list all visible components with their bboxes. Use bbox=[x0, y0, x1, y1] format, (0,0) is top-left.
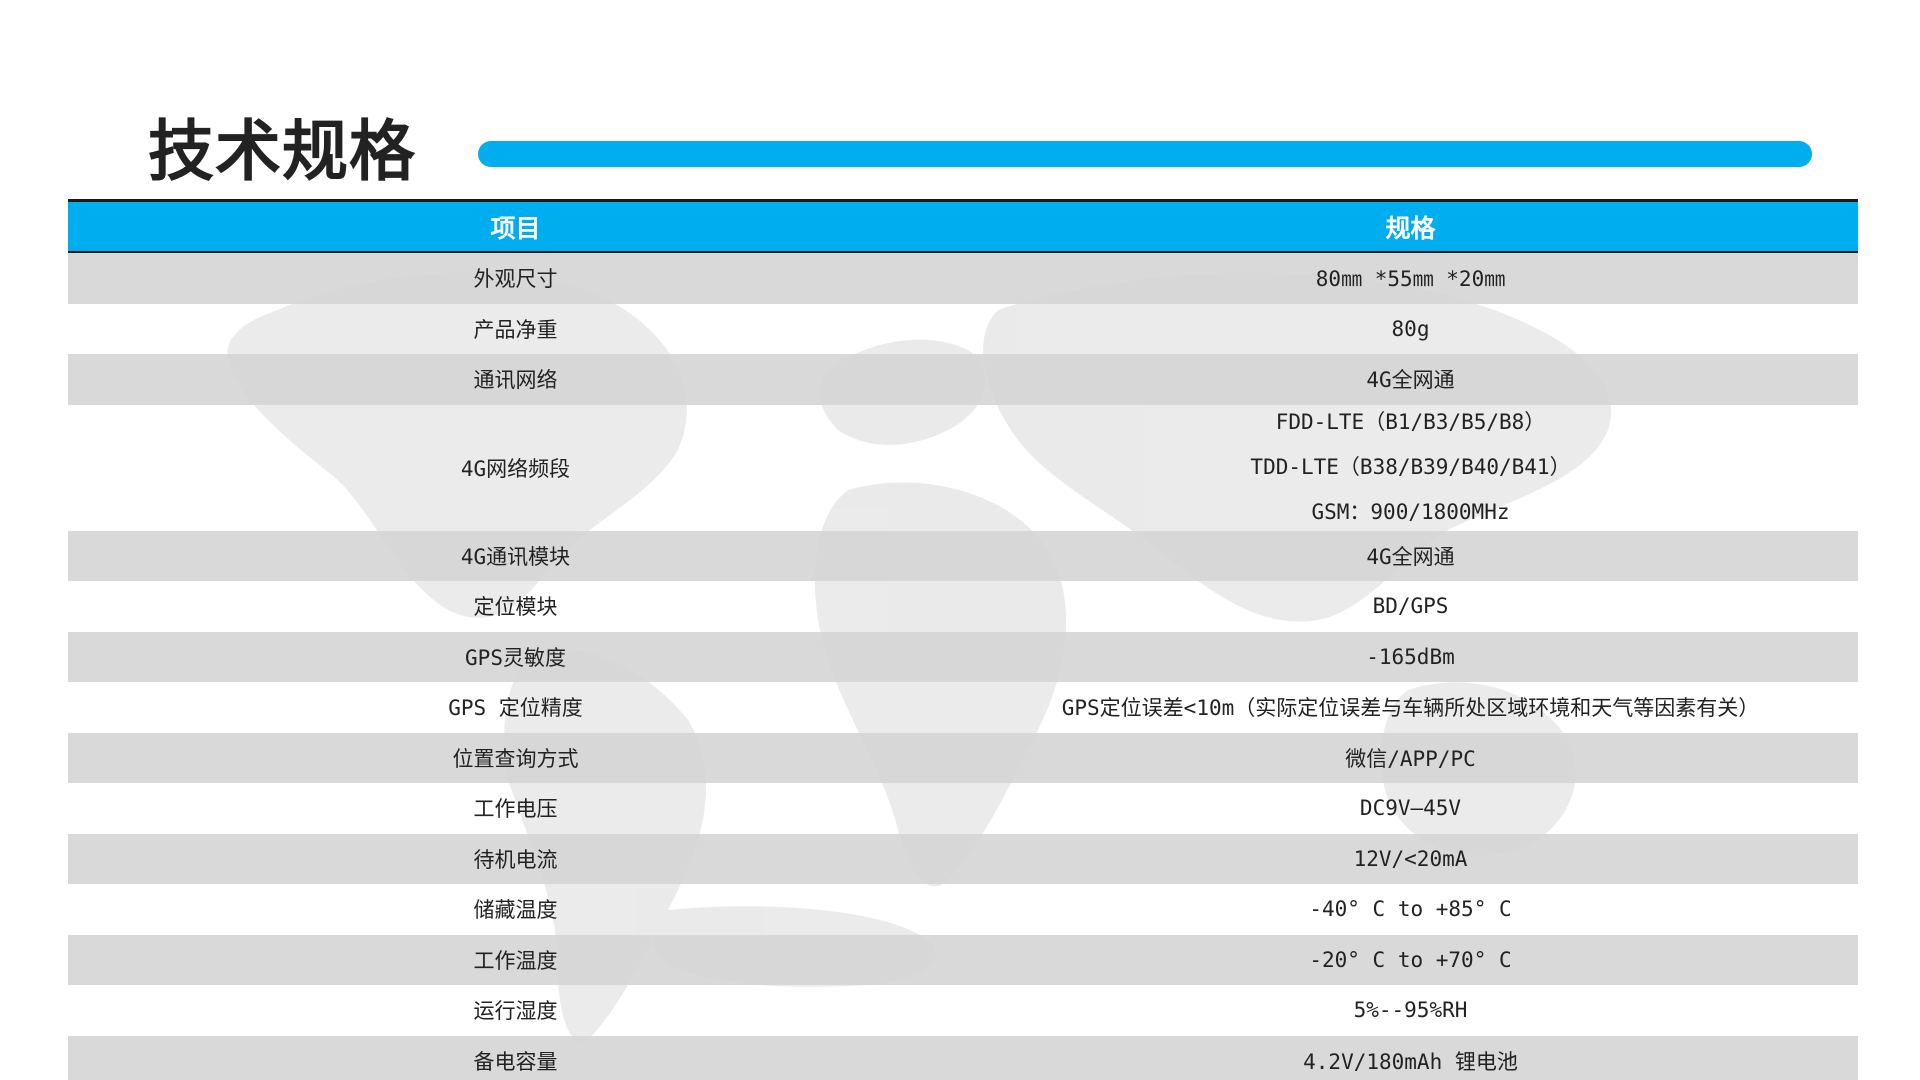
row-spec: GPS定位误差<10m（实际定位误差与车辆所处区域环境和天气等因素有关） bbox=[1061, 696, 1760, 721]
row-spec: -165dBm bbox=[1366, 644, 1455, 669]
row-spec: DC9V—45V bbox=[1359, 796, 1462, 821]
table-row: 工作温度 -20° C to +70° C bbox=[68, 934, 1858, 985]
row-item: 通讯网络 bbox=[473, 368, 558, 393]
row-spec: -40° C to +85° C bbox=[1309, 897, 1512, 922]
spec-table: 项目 规格 外观尺寸 80㎜ *55㎜ *20㎜ 产品净重 80g 通讯网络 4… bbox=[68, 199, 1858, 1080]
table-row: GPS 定位精度 GPS定位误差<10m（实际定位误差与车辆所处区域环境和天气等… bbox=[68, 682, 1858, 733]
table-header-row: 项目 规格 bbox=[68, 202, 1858, 253]
row-spec: 微信/APP/PC bbox=[1345, 746, 1476, 771]
table-row: 4G网络频段 FDD-LTE（B1/B3/B5/B8） TDD-LTE（B38/… bbox=[68, 405, 1858, 531]
table-row: GPS灵敏度 -165dBm bbox=[68, 631, 1858, 682]
row-spec-line: GSM：900/1800MHz bbox=[1311, 500, 1510, 524]
row-spec-multiline: FDD-LTE（B1/B3/B5/B8） TDD-LTE（B38/B39/B40… bbox=[963, 408, 1858, 527]
table-row: 待机电流 12V/<20mA bbox=[68, 833, 1858, 884]
table-row: 4G通讯模块 4G全网通 bbox=[68, 530, 1858, 581]
table-row: 通讯网络 4G全网通 bbox=[68, 354, 1858, 405]
table-row: 储藏温度 -40° C to +85° C bbox=[68, 884, 1858, 935]
row-item: 定位模块 bbox=[473, 595, 558, 620]
spec-page: 技术规格 项目 规格 外观尺寸 80㎜ *55㎜ *20㎜ 产品净重 80g 通… bbox=[0, 0, 1920, 1080]
table-row: 备电容量 4.2V/180mAh 锂电池 bbox=[68, 1035, 1858, 1080]
row-item: 运行湿度 bbox=[473, 999, 558, 1024]
row-spec: 80g bbox=[1391, 316, 1430, 341]
title-accent-bar bbox=[478, 141, 1812, 167]
row-spec: 12V/<20mA bbox=[1353, 846, 1468, 871]
row-item: 备电容量 bbox=[473, 1049, 558, 1074]
table-row: 运行湿度 5%--95%RH bbox=[68, 985, 1858, 1036]
table-row: 外观尺寸 80㎜ *55㎜ *20㎜ bbox=[68, 253, 1858, 304]
row-item: 4G通讯模块 bbox=[460, 544, 571, 569]
row-item: 外观尺寸 bbox=[473, 267, 558, 292]
row-spec-line: FDD-LTE（B1/B3/B5/B8） bbox=[1275, 410, 1546, 434]
row-spec: 4G全网通 bbox=[1366, 368, 1455, 393]
row-item: 产品净重 bbox=[473, 317, 558, 342]
page-title: 技术规格 bbox=[148, 113, 416, 190]
table-row: 位置查询方式 微信/APP/PC bbox=[68, 732, 1858, 783]
row-item: 4G网络频段 bbox=[460, 456, 571, 481]
table-row: 定位模块 BD/GPS bbox=[68, 581, 1858, 632]
row-spec: 4.2V/180mAh 锂电池 bbox=[1303, 1049, 1518, 1074]
row-item: GPS 定位精度 bbox=[448, 696, 583, 721]
row-spec-line: TDD-LTE（B38/B39/B40/B41） bbox=[1250, 455, 1571, 479]
row-spec: -20° C to +70° C bbox=[1309, 947, 1512, 972]
row-item: GPS灵敏度 bbox=[465, 645, 566, 670]
table-row: 工作电压 DC9V—45V bbox=[68, 783, 1858, 834]
header-item: 项目 bbox=[490, 213, 541, 243]
row-item: 工作温度 bbox=[473, 948, 558, 973]
row-spec: 4G全网通 bbox=[1366, 544, 1455, 569]
row-spec: 5%--95%RH bbox=[1353, 998, 1468, 1023]
row-spec: 80㎜ *55㎜ *20㎜ bbox=[1315, 267, 1506, 292]
row-item: 工作电压 bbox=[473, 797, 558, 822]
row-item: 待机电流 bbox=[473, 847, 558, 872]
header-spec: 规格 bbox=[1385, 213, 1436, 243]
row-spec: BD/GPS bbox=[1372, 594, 1449, 619]
table-row: 产品净重 80g bbox=[68, 304, 1858, 355]
row-item: 储藏温度 bbox=[473, 898, 558, 923]
row-item: 位置查询方式 bbox=[452, 746, 579, 771]
